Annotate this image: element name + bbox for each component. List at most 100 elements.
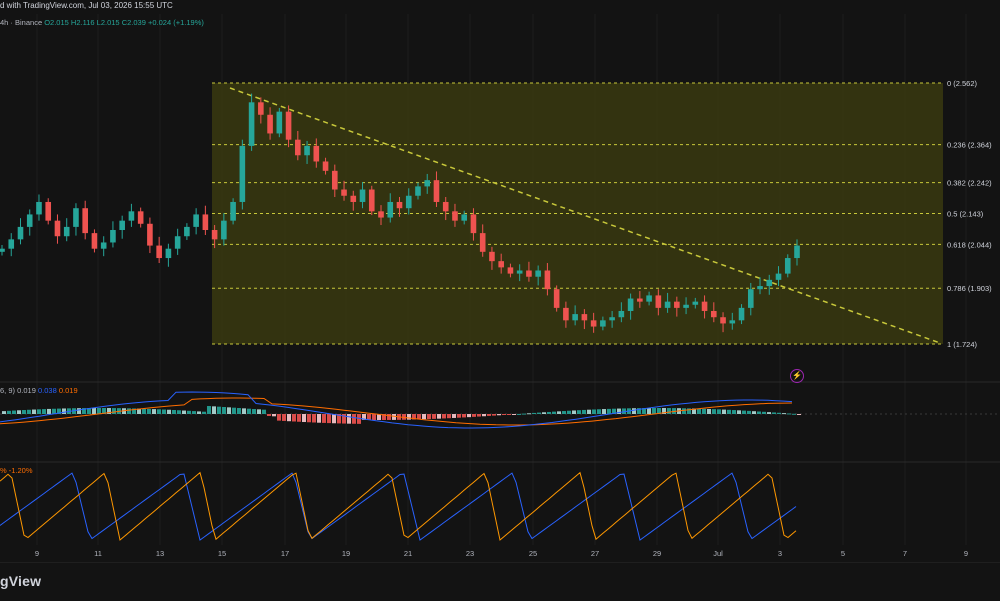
candle-body-26 (239, 145, 246, 202)
macd-hist-bar-151 (757, 411, 761, 414)
macd-hist-bar-36 (182, 410, 186, 414)
candle-body-8 (73, 208, 79, 227)
candle-body-3 (26, 214, 33, 227)
macd-hist-bar-159 (797, 414, 801, 415)
macd-hist-bar-116 (582, 409, 586, 414)
candle-body-40 (368, 189, 375, 212)
macd-hist-bar-81 (407, 414, 411, 420)
x-axis-label-0: 9 (35, 549, 39, 558)
x-axis-label-10: 29 (653, 549, 661, 558)
macd-hist-bar-145 (727, 409, 731, 414)
macd-hist-bar-84 (422, 414, 426, 420)
macd-hist-bar-106 (532, 412, 536, 414)
macd-hist-bar-87 (437, 414, 441, 419)
low-value: L2.015 (96, 18, 120, 27)
candle-body-54 (498, 261, 504, 268)
macd-hist-bar-86 (432, 414, 436, 419)
x-axis-label-6: 21 (404, 549, 412, 558)
macd-hist-bar-136 (682, 408, 686, 414)
macd-hist-bar-4 (22, 410, 26, 414)
macd-hist-bar-44 (222, 407, 226, 414)
macd-hist-bar-105 (527, 413, 531, 415)
macd-hist-bar-64 (322, 414, 326, 423)
candle-body-80 (738, 307, 745, 321)
macd-hist-bar-56 (282, 414, 286, 421)
macd-hist-bar-142 (712, 409, 716, 414)
candle-body-55 (507, 267, 514, 274)
candle-body-74 (683, 304, 689, 308)
x-axis-label-12: 3 (778, 549, 782, 558)
candle-body-4 (36, 201, 42, 215)
candle-body-62 (572, 314, 578, 321)
candle-body-58 (535, 270, 541, 277)
fib-retracement[interactable]: 0 (2.562) 0.236 (2.364) 0.382 (2.242) 0.5 (… (212, 79, 992, 349)
macd-hist-bar-46 (232, 407, 236, 414)
candle-body-61 (563, 307, 569, 321)
macd-hist-bar-43 (217, 406, 221, 414)
chart-header: d with TradingView.com, Jul 03, 2026 15:… (0, 0, 1000, 14)
macd-hist-bar-112 (562, 411, 566, 414)
x-axis-label-11: Jul (713, 549, 723, 558)
macd-hist-bar-50 (252, 409, 256, 414)
macd-hist-bar-15 (77, 408, 81, 414)
x-axis-label-7: 23 (466, 549, 474, 558)
macd-hist-bar-19 (97, 408, 101, 414)
macd-hist-bar-7 (37, 409, 41, 414)
macd-hist-bar-51 (257, 409, 261, 414)
macd-hist-bar-113 (567, 410, 571, 414)
candle-body-82 (757, 286, 763, 290)
macd-hist-bar-9 (47, 408, 51, 414)
macd-hist-bar-3 (17, 410, 21, 414)
macd-hist-bar-98 (492, 414, 496, 416)
lightning-icon[interactable]: ⚡ (790, 369, 804, 383)
candle-body-63 (581, 314, 588, 321)
candle-body-23 (211, 230, 218, 240)
candle-body-5 (45, 201, 52, 221)
macd-hist-bar-117 (587, 409, 591, 414)
candle-body-22 (202, 214, 209, 231)
macd-hist-bar-115 (577, 410, 581, 414)
x-axis-label-4: 17 (281, 549, 289, 558)
candle-body-44 (405, 195, 412, 209)
candle-body-14 (128, 211, 135, 221)
chart-canvas[interactable]: 0 (2.562) 0.236 (2.364) 0.382 (2.242) 0.5 (… (0, 0, 1000, 600)
candle-body-29 (267, 114, 273, 134)
candle-body-18 (165, 248, 172, 259)
candle-body-83 (766, 279, 773, 287)
macd-hist-bar-92 (462, 414, 466, 418)
macd-hist-bar-62 (312, 414, 316, 423)
stoch-value: % -1.20% (0, 466, 33, 475)
candle-body-73 (674, 301, 680, 308)
macd-hist-bar-41 (207, 406, 211, 414)
stoch-legend: % -1.20% (0, 466, 33, 475)
macd-hist-bar-102 (512, 414, 516, 415)
candle-body-19 (174, 236, 181, 249)
candle-body-81 (747, 289, 754, 308)
candle-body-49 (452, 211, 458, 221)
x-axis-label-5: 19 (342, 549, 350, 558)
macd-hist-bar-30 (152, 409, 156, 414)
candle-body-33 (304, 145, 310, 156)
macd-hist-bar-42 (212, 406, 216, 414)
macd-hist-bar-45 (227, 407, 231, 414)
candle-body-72 (664, 301, 671, 308)
candle-body-46 (424, 180, 431, 187)
macd-hist-bar-61 (307, 414, 311, 423)
macd-hist-bar-60 (302, 414, 306, 423)
candle-body-67 (618, 310, 625, 318)
macd-hist-bar-77 (387, 414, 391, 420)
macd-hist-bar-66 (332, 414, 336, 424)
candle-body-47 (433, 180, 440, 202)
macd-hist-bar-2 (12, 410, 16, 414)
macd-hist-bar-25 (127, 408, 131, 414)
candle-body-31 (285, 111, 292, 140)
candle-body-20 (184, 226, 190, 237)
tradingview-logo[interactable]: gView (0, 573, 41, 589)
macd-hist-bar-130 (652, 408, 656, 414)
candle-body-75 (692, 301, 699, 305)
macd-hist-bar-58 (292, 414, 296, 422)
macd-hist-bar-154 (772, 412, 776, 414)
macd-hist-bar-150 (752, 411, 756, 414)
candle-body-0 (0, 248, 5, 252)
candle-body-43 (396, 201, 403, 209)
